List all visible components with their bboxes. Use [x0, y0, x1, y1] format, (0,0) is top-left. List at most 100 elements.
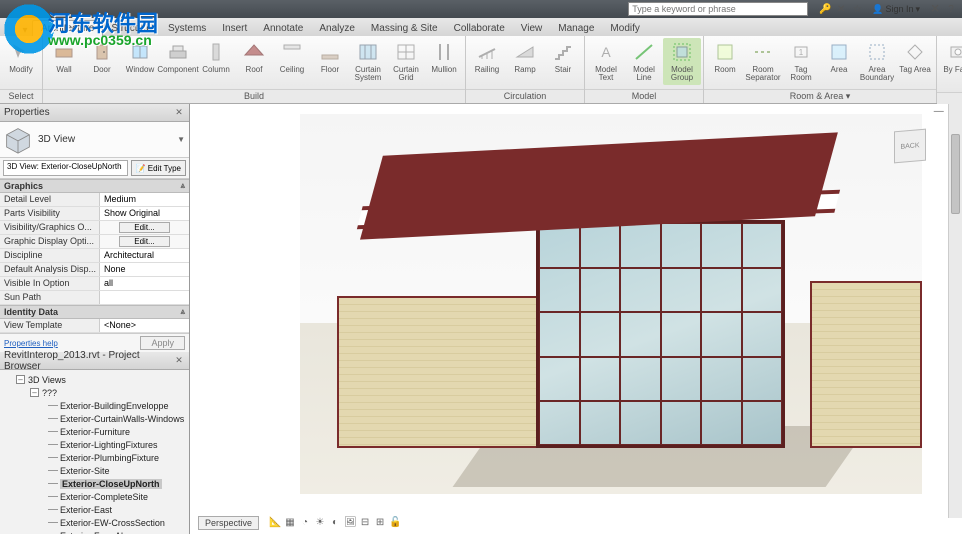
ribbon-btn-by-face[interactable]: By Face	[939, 38, 962, 76]
ribbon-tab-structure[interactable]: Structure	[103, 21, 160, 36]
ribbon-btn-window[interactable]: Window	[121, 38, 159, 76]
type-name-field[interactable]: 3D View: Exterior-CloseUpNorth	[3, 160, 128, 176]
prop-row[interactable]: Detail LevelMedium	[0, 193, 189, 207]
ribbon-btn-door[interactable]: Door	[83, 38, 121, 76]
ribbon-btn-ceiling[interactable]: Ceiling	[273, 38, 311, 76]
apply-button[interactable]: Apply	[140, 336, 185, 350]
drawing-canvas[interactable]: — ◻ BACK Perspective 📐 ▦ ◔ ☀ ◐ 🖼	[190, 104, 962, 534]
ribbon-btn-curtain-grid[interactable]: Curtain Grid	[387, 38, 425, 85]
ribbon-tab-view[interactable]: View	[513, 21, 551, 36]
prop-value[interactable]: Medium	[100, 193, 189, 206]
ribbon-btn-model-text[interactable]: AModel Text	[587, 38, 625, 85]
tree-item-exterior-closeupnorth[interactable]: Exterior-CloseUpNorth	[2, 477, 187, 490]
exchange-icon[interactable]: ✕	[834, 2, 848, 16]
tree-sub[interactable]: –???	[2, 386, 187, 399]
prop-group-identity-data[interactable]: Identity Data⩓	[0, 305, 189, 319]
detail-level-icon[interactable]: ▦	[284, 517, 296, 529]
ribbon-btn-model-line[interactable]: Model Line	[625, 38, 663, 85]
prop-row[interactable]: View Template<None>	[0, 319, 189, 333]
shadows-icon[interactable]: ◐	[329, 517, 341, 529]
viewcube[interactable]: BACK	[888, 124, 932, 168]
ribbon-btn-tag-area[interactable]: Tag Area	[896, 38, 934, 76]
prop-row[interactable]: Sun Path	[0, 291, 189, 305]
prop-value[interactable]: Edit...	[100, 235, 189, 248]
app-menu-arrow[interactable]: ▾	[18, 25, 32, 36]
ribbon-tab-annotate[interactable]: Annotate	[255, 21, 311, 36]
ribbon-btn-wall[interactable]: Wall	[45, 38, 83, 76]
tree-item-exterior-furniture[interactable]: Exterior-Furniture	[2, 425, 187, 438]
tree-item-exterior-curtainwalls-windows[interactable]: Exterior-CurtainWalls-Windows	[2, 412, 187, 425]
prop-value[interactable]: Architectural	[100, 249, 189, 262]
ribbon-tab-manage[interactable]: Manage	[550, 21, 602, 36]
unlock-view-icon[interactable]: 🔓	[389, 517, 401, 529]
ribbon-btn-component[interactable]: Component	[159, 38, 197, 76]
properties-help-link[interactable]: Properties help	[4, 339, 58, 348]
prop-row[interactable]: Visibility/Graphics O...Edit...	[0, 221, 189, 235]
help-search-input[interactable]	[628, 2, 808, 16]
ribbon-btn-mullion[interactable]: Mullion	[425, 38, 463, 76]
sun-path-icon[interactable]: ☀	[314, 517, 326, 529]
ribbon-btn-railing[interactable]: Railing	[468, 38, 506, 76]
view-minimize-icon[interactable]: —	[934, 106, 944, 117]
tree-item-exterior-completesite[interactable]: Exterior-CompleteSite	[2, 490, 187, 503]
crop-region-icon[interactable]: ⊞	[374, 517, 386, 529]
tree-3d-views[interactable]: –3D Views	[2, 373, 187, 386]
ribbon-btn-tag-room[interactable]: 1Tag Room	[782, 38, 820, 85]
ribbon-btn-stair[interactable]: Stair	[544, 38, 582, 76]
canvas-scrollbar[interactable]	[948, 104, 962, 518]
prop-value[interactable]: Edit...	[100, 221, 189, 234]
ribbon-btn-ramp[interactable]: Ramp	[506, 38, 544, 76]
ribbon-btn-modify[interactable]: Modify	[2, 38, 40, 76]
scale-icon[interactable]: 📐	[269, 517, 281, 529]
ribbon-btn-room-separator[interactable]: Room Separator	[744, 38, 782, 85]
tree-item-exterior-lightingfixtures[interactable]: Exterior-LightingFixtures	[2, 438, 187, 451]
prop-value[interactable]: <None>	[100, 319, 189, 332]
ribbon-btn-room[interactable]: Room	[706, 38, 744, 76]
edit-type-button[interactable]: 📝 Edit Type	[131, 160, 186, 176]
tree-item-exterior-buildingenveloppe[interactable]: Exterior-BuildingEnveloppe	[2, 399, 187, 412]
tree-item-exterior-fromabove[interactable]: Exterior-FromAbove	[2, 529, 187, 534]
ribbon-tab-architecture[interactable]: Architecture	[32, 20, 103, 36]
ribbon-tab-systems[interactable]: Systems	[160, 21, 214, 36]
prop-group-graphics[interactable]: Graphics⩓	[0, 179, 189, 193]
viewcube-face[interactable]: BACK	[894, 129, 926, 164]
prop-value[interactable]	[100, 291, 189, 304]
prop-row[interactable]: Visible In Optionall	[0, 277, 189, 291]
crop-view-icon[interactable]: ⊟	[359, 517, 371, 529]
tree-item-exterior-east[interactable]: Exterior-East	[2, 503, 187, 516]
ribbon-btn-floor[interactable]: Floor	[311, 38, 349, 76]
favorite-icon[interactable]: ☆	[850, 2, 864, 16]
ribbon-btn-column[interactable]: Column	[197, 38, 235, 76]
prop-value[interactable]: None	[100, 263, 189, 276]
prop-value[interactable]: all	[100, 277, 189, 290]
ribbon-btn-area-boundary[interactable]: Area Boundary	[858, 38, 896, 85]
help-icon[interactable]: ?	[944, 2, 958, 16]
ribbon-tab-insert[interactable]: Insert	[214, 21, 255, 36]
exchange-apps-icon[interactable]: 🗙	[928, 2, 942, 16]
prop-row[interactable]: DisciplineArchitectural	[0, 249, 189, 263]
tree-item-exterior-site[interactable]: Exterior-Site	[2, 464, 187, 477]
ribbon-btn-model-group[interactable]: Model Group	[663, 38, 701, 85]
rendering-icon[interactable]: 🖼	[344, 517, 356, 529]
prop-value[interactable]: Show Original	[100, 207, 189, 220]
prop-row[interactable]: Parts VisibilityShow Original	[0, 207, 189, 221]
prop-row[interactable]: Graphic Display Opti...Edit...	[0, 235, 189, 249]
ribbon-tab-modify[interactable]: Modify	[602, 21, 647, 36]
ribbon-tab-collaborate[interactable]: Collaborate	[446, 21, 513, 36]
view-tab-perspective[interactable]: Perspective	[198, 516, 259, 530]
signin-button[interactable]: 👤 Sign In ▾	[872, 4, 920, 15]
browser-close-icon[interactable]: ✕	[173, 355, 185, 367]
visual-style-icon[interactable]: ◔	[299, 517, 311, 529]
prop-row[interactable]: Default Analysis Disp...None	[0, 263, 189, 277]
ribbon-btn-roof[interactable]: Roof	[235, 38, 273, 76]
ribbon-btn-area[interactable]: Area	[820, 38, 858, 76]
project-browser-title[interactable]: RevitInterop_2013.rvt - Project Browser …	[0, 352, 189, 370]
subscription-icon[interactable]: 🔑	[818, 2, 832, 16]
ribbon-tab-analyze[interactable]: Analyze	[311, 21, 363, 36]
properties-panel-title[interactable]: Properties ✕	[0, 104, 189, 122]
ribbon-tab-massing-site[interactable]: Massing & Site	[363, 21, 446, 36]
tree-item-exterior-plumbingfixture[interactable]: Exterior-PlumbingFixture	[2, 451, 187, 464]
ribbon-btn-curtain-system[interactable]: Curtain System	[349, 38, 387, 85]
tree-item-exterior-ew-crosssection[interactable]: Exterior-EW-CrossSection	[2, 516, 187, 529]
type-selector[interactable]: 3D View ▼	[0, 122, 189, 158]
